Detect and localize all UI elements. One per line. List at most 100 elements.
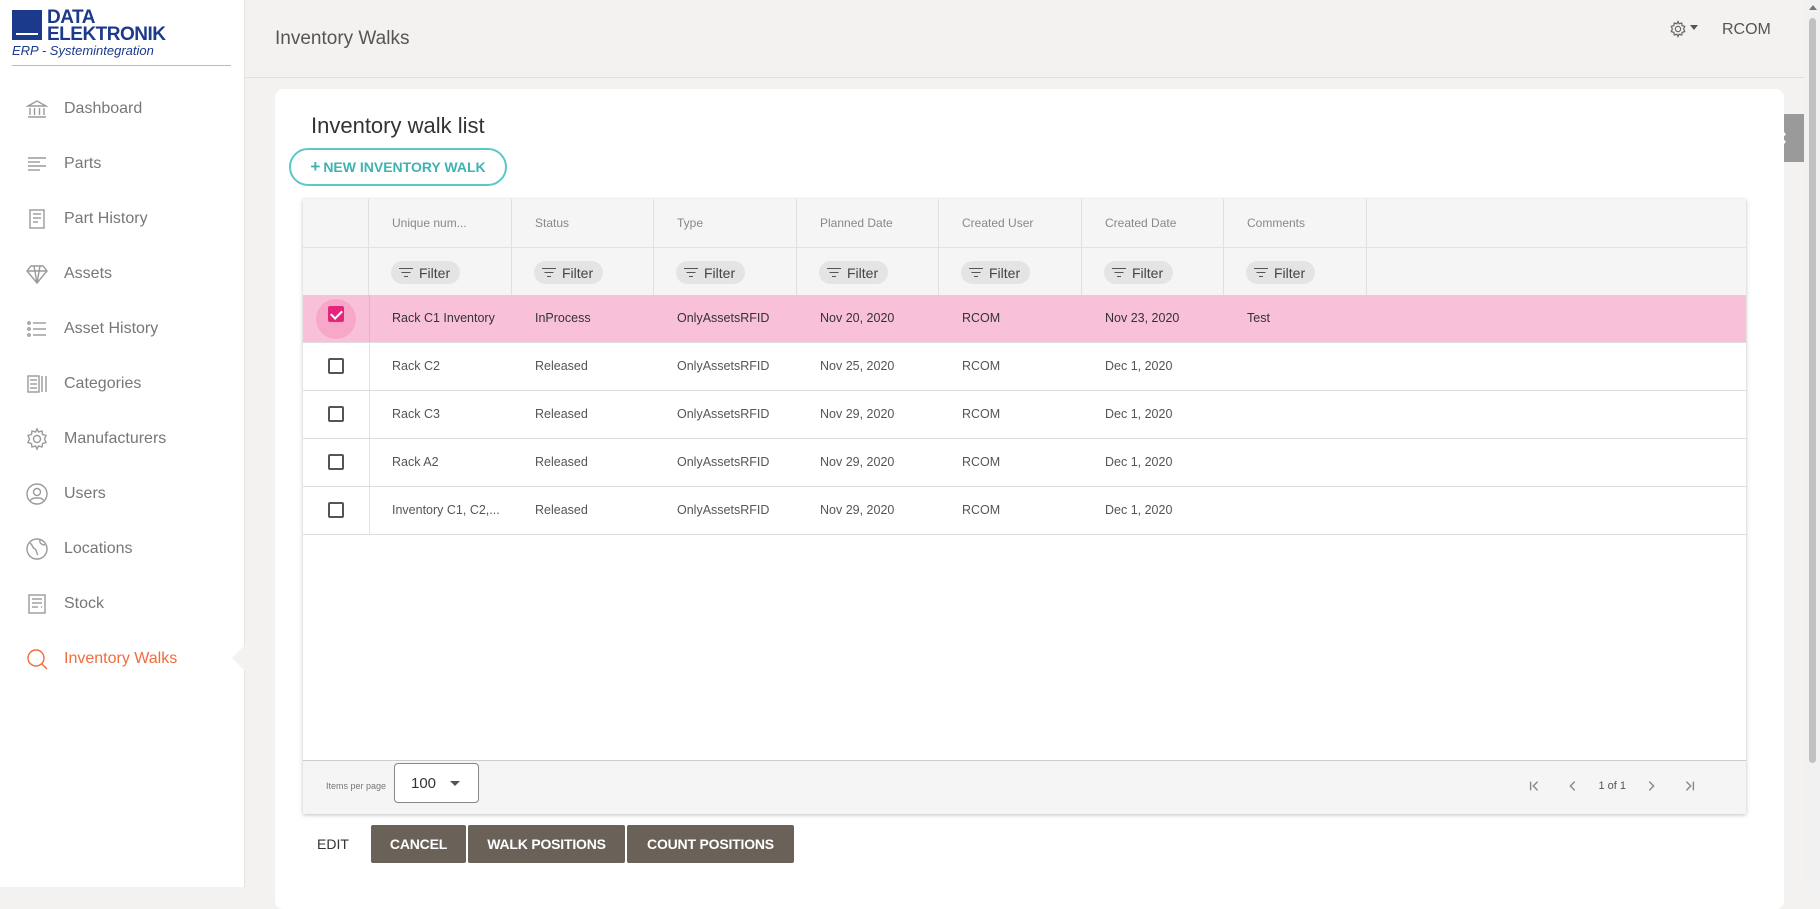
new-inventory-walk-button[interactable]: + NEW INVENTORY WALK [289,148,507,186]
sidebar-item-categories[interactable]: Categories [0,356,244,411]
sidebar-item-asset-history[interactable]: Asset History [0,301,244,356]
column-header-label: Comments [1247,216,1306,230]
sidebar-nav: Dashboard Parts Part History Assets Asse… [0,81,245,686]
cell-created-user: RCOM [962,407,1001,421]
column-created-date[interactable]: Created Date Filter [1082,199,1224,295]
filter-icon [399,267,413,278]
chevron-down-icon [1690,24,1698,30]
chevron-left-icon [1569,781,1576,791]
sidebar-item-label: Asset History [64,319,159,337]
filter-button[interactable]: Filter [1104,261,1174,284]
filter-button[interactable]: Filter [961,261,1031,284]
cell-created-date: Dec 1, 2020 [1105,407,1173,421]
cell-created-user: RCOM [962,359,1001,373]
walk-positions-button[interactable]: WALK POSITIONS [468,825,625,863]
cell-type: OnlyAssetsRFID [677,311,770,325]
sidebar-item-dashboard[interactable]: Dashboard [0,81,244,136]
cell-status: Released [535,455,588,469]
sidebar-item-part-history[interactable]: Part History [0,191,244,246]
column-header-label: Type [677,216,704,230]
items-per-page-select[interactable]: 100 [394,763,479,803]
column-created-user[interactable]: Created User Filter [939,199,1082,295]
count-positions-button[interactable]: COUNT POSITIONS [627,825,794,863]
gear-icon [1670,20,1686,38]
filter-label: Filter [1274,264,1306,281]
row-checkbox[interactable] [328,406,344,422]
last-page-button[interactable] [1678,775,1700,797]
card-title: Inventory walk list [311,113,485,138]
sidebar-item-parts[interactable]: Parts [0,136,244,191]
row-checkbox[interactable] [328,502,344,518]
sidebar-item-label: Parts [64,154,102,172]
filter-button[interactable]: Filter [819,261,889,284]
categories-icon [24,371,50,397]
previous-page-button[interactable] [1562,775,1584,797]
table-row[interactable]: Rack A2 Released OnlyAssetsRFID Nov 29, … [303,439,1746,487]
sidebar-item-users[interactable]: Users [0,466,244,521]
next-page-button[interactable] [1640,775,1662,797]
cell-unique-number: Rack C1 Inventory [392,311,495,325]
cell-type: OnlyAssetsRFID [677,359,770,373]
filter-button[interactable]: Filter [391,261,461,284]
first-page-button[interactable] [1524,775,1546,797]
row-checkbox[interactable] [328,454,344,470]
magnifier-icon [24,646,50,672]
column-comments[interactable]: Comments Filter [1224,199,1367,295]
table-row[interactable]: Rack C3 Released OnlyAssetsRFID Nov 29, … [303,391,1746,439]
top-bar: Inventory Walks RCOM [245,0,1805,78]
document-icon [24,206,50,232]
cell-planned-date: Nov 25, 2020 [820,359,895,373]
row-select-cell [303,439,370,486]
plus-icon: + [310,157,321,176]
filter-button[interactable]: Filter [1246,261,1316,284]
cell-status: Released [535,359,588,373]
items-per-page-value: 100 [411,775,437,792]
cancel-button[interactable]: CANCEL [371,825,466,863]
lines-icon [24,151,50,177]
cell-planned-date: Nov 29, 2020 [820,407,895,421]
sidebar-item-locations[interactable]: Locations [0,521,244,576]
sidebar-item-inventory-walks[interactable]: Inventory Walks [0,631,245,686]
filter-icon [827,267,841,278]
table-row[interactable]: Rack C1 Inventory InProcess OnlyAssetsRF… [303,295,1746,343]
cell-status: Released [535,503,588,517]
row-checkbox[interactable] [328,358,344,374]
table-row[interactable]: Rack C2 Released OnlyAssetsRFID Nov 25, … [303,343,1746,391]
scroll-up-arrow-icon[interactable] [1809,5,1817,10]
sidebar-item-label: Stock [64,594,105,612]
sidebar-item-manufacturers[interactable]: Manufacturers [0,411,244,466]
header-select-column [303,199,369,295]
user-menu[interactable]: RCOM [1722,21,1771,39]
bank-icon [24,96,50,122]
filter-label: Filter [419,264,451,281]
settings-menu-button[interactable] [1669,20,1698,38]
cell-created-date: Dec 1, 2020 [1105,503,1173,517]
table-row[interactable]: Inventory C1, C2,... Released OnlyAssets… [303,487,1746,535]
scrollbar-thumb[interactable] [1809,18,1816,763]
column-status[interactable]: Status Filter [512,199,654,295]
filter-button[interactable]: Filter [534,261,604,284]
company-logo[interactable]: DATA ELEKTRONIK ERP - Systemintegration [12,8,232,66]
sidebar-item-label: Inventory Walks [64,649,178,667]
column-header-label: Created User [962,216,1034,230]
cell-comments: Test [1247,311,1270,325]
gear-icon [24,426,50,452]
row-checkbox[interactable] [328,306,344,322]
chevron-right-icon [1648,781,1655,791]
cell-comments [1247,487,1377,534]
sidebar-item-assets[interactable]: Assets [0,246,244,301]
edit-button[interactable]: EDIT [303,825,363,863]
chevron-down-icon [450,781,460,786]
cell-status: Released [535,407,588,421]
filter-button[interactable]: Filter [676,261,746,284]
column-header-label: Planned Date [820,216,893,230]
cell-type: OnlyAssetsRFID [677,407,770,421]
column-type[interactable]: Type Filter [654,199,797,295]
cell-created-user: RCOM [962,455,1001,469]
cell-created-user: RCOM [962,311,1001,325]
sidebar-item-stock[interactable]: Stock [0,576,244,631]
column-unique-number[interactable]: Unique num... Filter [369,199,512,295]
page-scrollbar[interactable] [1805,0,1820,887]
column-planned-date[interactable]: Planned Date Filter [797,199,939,295]
cell-planned-date: Nov 29, 2020 [820,455,895,469]
